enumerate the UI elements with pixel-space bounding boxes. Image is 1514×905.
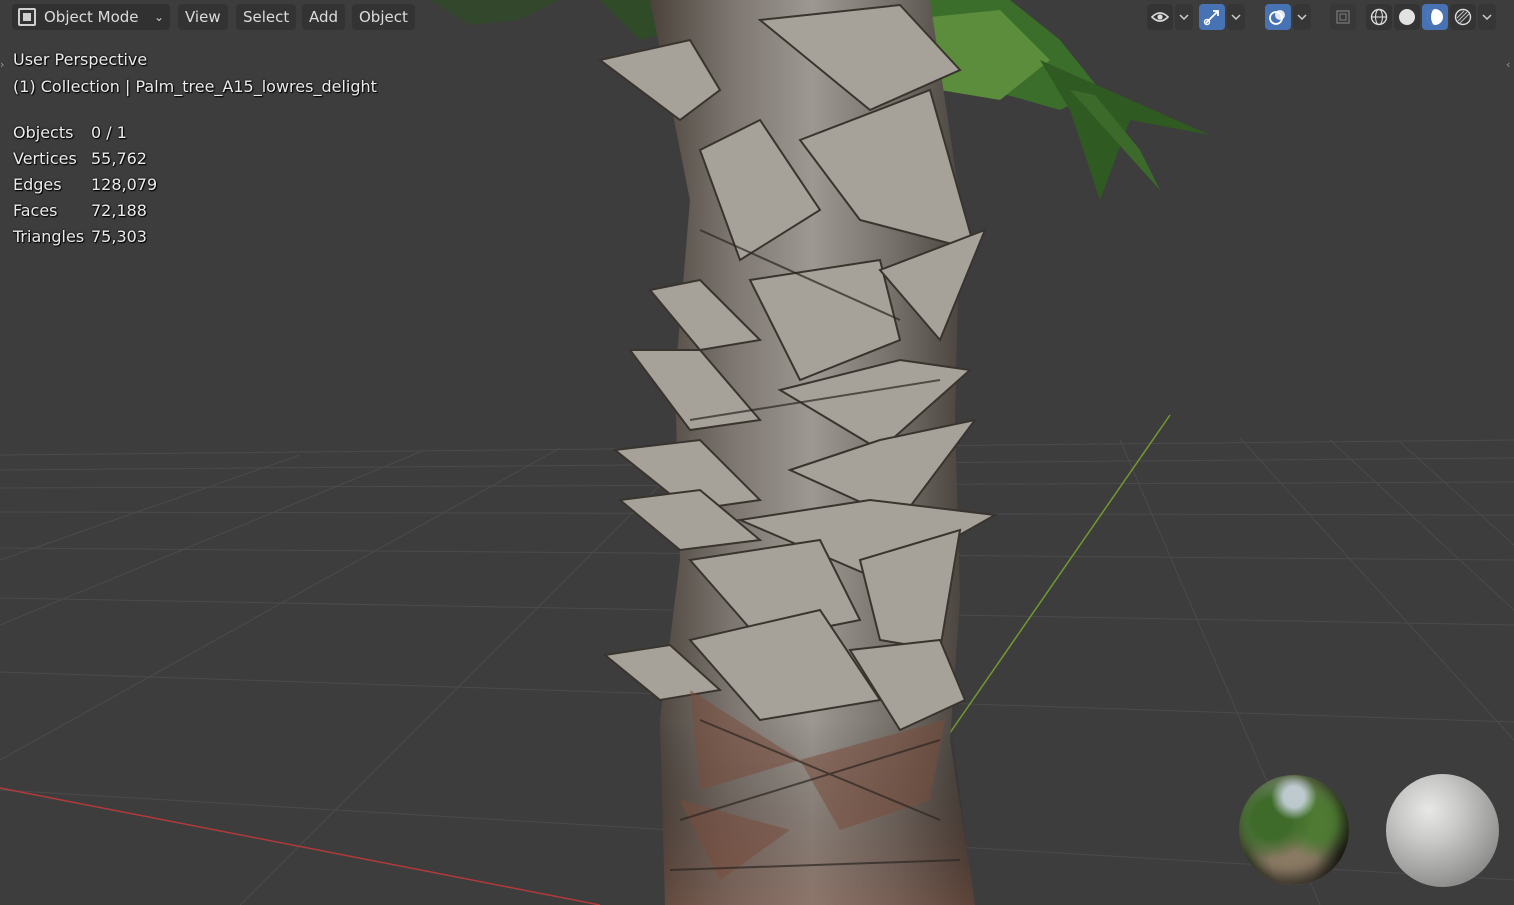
stat-value: 75,303: [91, 226, 147, 246]
overlays-icon[interactable]: [1265, 4, 1291, 30]
chevron-down-icon[interactable]: [1478, 4, 1496, 30]
solid-shading-icon[interactable]: [1394, 4, 1420, 30]
rendered-shading-icon[interactable]: [1450, 4, 1476, 30]
xray-group: [1330, 3, 1358, 31]
chevron-down-icon[interactable]: [1175, 4, 1193, 30]
view-name: User Perspective: [13, 50, 148, 69]
wireframe-shading-icon[interactable]: [1366, 4, 1392, 30]
toolbar-expand-arrow[interactable]: ›: [0, 58, 8, 74]
stat-label: Vertices: [13, 148, 77, 168]
chevron-down-icon[interactable]: [1293, 4, 1311, 30]
stat-value: 55,762: [91, 148, 147, 168]
gizmo-icon[interactable]: [1199, 4, 1225, 30]
palm-trunk: [597, 0, 999, 905]
stat-value: 72,188: [91, 200, 147, 220]
gizmo-group: [1199, 3, 1247, 31]
chevron-down-icon: ⌄: [153, 10, 164, 24]
stat-row-faces: Faces 72,188: [13, 197, 157, 223]
scene-statistics: Objects 0 / 1 Vertices 55,762 Edges 128,…: [13, 119, 157, 249]
mode-selector-dropdown[interactable]: Object Mode ⌄: [12, 4, 170, 30]
menu-view[interactable]: View: [178, 4, 228, 30]
y-axis-line: [944, 414, 1171, 741]
x-axis-line: [0, 787, 601, 905]
stat-label: Edges: [13, 174, 62, 194]
stat-row-triangles: Triangles 75,303: [13, 223, 157, 249]
chevron-down-icon[interactable]: [1227, 4, 1245, 30]
collection-info: (1) Collection | Palm_tree_A15_lowres_de…: [13, 77, 377, 96]
stat-row-edges: Edges 128,079: [13, 171, 157, 197]
stat-label: Faces: [13, 200, 58, 220]
shading-group: [1366, 3, 1498, 31]
mode-label: Object Mode: [44, 8, 139, 26]
stat-row-vertices: Vertices 55,762: [13, 145, 157, 171]
scene-render: [0, 0, 1514, 905]
stat-value: 128,079: [91, 174, 158, 194]
menu-object[interactable]: Object: [352, 4, 415, 30]
diffuse-preview-sphere: [1386, 774, 1499, 887]
hdri-preview-sphere: [1239, 775, 1349, 885]
xray-icon[interactable]: [1330, 4, 1356, 30]
stat-value: 0 / 1: [91, 122, 127, 142]
3d-viewport[interactable]: Object Mode ⌄ View Select Add Object › ‹…: [0, 0, 1514, 905]
menu-add[interactable]: Add: [302, 4, 346, 30]
eye-icon[interactable]: [1147, 4, 1173, 30]
visibility-group: [1147, 3, 1195, 31]
object-mode-icon: [18, 8, 36, 26]
overlays-group: [1265, 3, 1313, 31]
sidebar-expand-arrow[interactable]: ‹: [1506, 58, 1514, 74]
stat-label: Objects: [13, 122, 74, 142]
material-preview-icon[interactable]: [1422, 4, 1448, 30]
menu-select[interactable]: Select: [236, 4, 297, 30]
stat-row-objects: Objects 0 / 1: [13, 119, 157, 145]
stat-label: Triangles: [13, 226, 85, 246]
